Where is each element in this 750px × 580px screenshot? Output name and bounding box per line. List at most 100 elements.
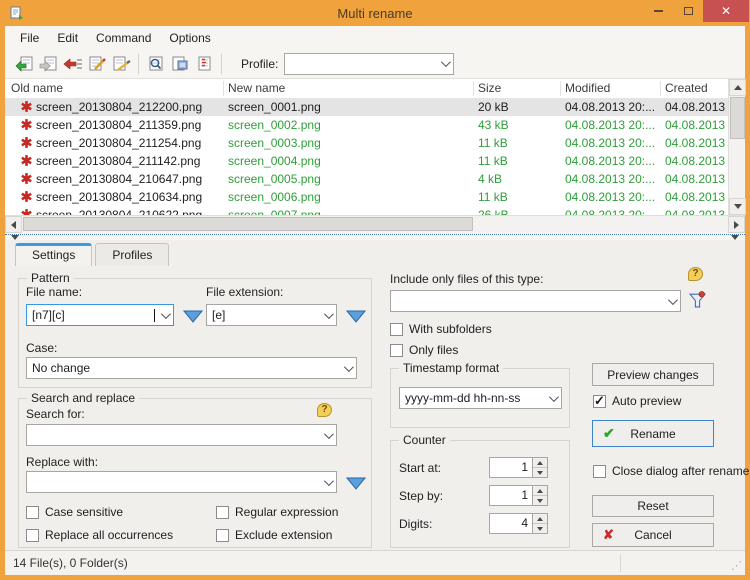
start-at-stepper[interactable]: 1 <box>489 457 548 478</box>
result-view-button[interactable] <box>168 53 192 75</box>
table-row[interactable]: screen_20130804_210647.png screen_0005.p… <box>5 170 728 188</box>
checkbox-box <box>390 322 403 336</box>
replace-all-occurrences-checkbox[interactable]: Replace all occurrences <box>26 528 173 542</box>
search-for-combobox[interactable] <box>26 424 337 446</box>
close-dialog-after-rename-checkbox[interactable]: Close dialog after rename <box>593 464 749 478</box>
size-cell: 43 kB <box>478 118 509 132</box>
profile-label: Profile: <box>241 56 279 71</box>
checkbox-box <box>216 505 229 519</box>
start-at-value[interactable]: 1 <box>489 457 533 478</box>
column-new-name[interactable]: New name <box>228 81 285 95</box>
vertical-scroll-thumb[interactable] <box>730 97 745 139</box>
remove-entry-icon <box>63 57 82 70</box>
column-old-name[interactable]: Old name <box>11 81 63 95</box>
table-row[interactable]: screen_20130804_212200.png screen_0001.p… <box>5 98 728 116</box>
replace-with-combobox[interactable] <box>26 471 337 493</box>
case-sensitive-checkbox[interactable]: Case sensitive <box>26 505 123 519</box>
file-name-combobox[interactable]: [n7][c] <box>26 304 174 326</box>
step-by-value[interactable]: 1 <box>489 485 533 506</box>
case-combobox[interactable]: No change <box>26 357 357 379</box>
replace-menu-button[interactable] <box>345 475 367 491</box>
scroll-up-button[interactable] <box>729 79 746 96</box>
scroll-right-button[interactable] <box>728 216 745 233</box>
timestamp-format-combobox[interactable]: yyyy-mm-dd hh-nn-ss <box>399 387 562 409</box>
timestamp-group-label: Timestamp format <box>399 361 504 375</box>
created-cell: 04.08.2013 2 <box>665 118 728 132</box>
column-modified[interactable]: Modified <box>565 81 610 95</box>
help-icon[interactable]: ? <box>688 267 703 281</box>
edit-file-icon <box>113 56 131 71</box>
include-type-combobox[interactable] <box>390 290 681 312</box>
table-row[interactable]: screen_20130804_210634.png screen_0006.p… <box>5 188 728 206</box>
edit-file-button[interactable] <box>109 53 133 75</box>
blue-triangle-icon <box>346 310 366 323</box>
preview-changes-button[interactable]: Preview changes <box>592 363 714 386</box>
only-files-checkbox[interactable]: Only files <box>390 343 458 357</box>
chevron-down-icon <box>441 57 452 68</box>
profile-combobox[interactable] <box>284 52 455 75</box>
created-cell: 04.08.2013 2 <box>665 172 728 186</box>
resize-grip[interactable]: ⋰ <box>731 559 742 572</box>
with-subfolders-checkbox[interactable]: With subfolders <box>390 322 492 336</box>
load-names-button[interactable] <box>13 53 37 75</box>
digits-stepper[interactable]: 4 <box>489 513 548 534</box>
table-row[interactable]: screen_20130804_211254.png screen_0003.p… <box>5 134 728 152</box>
pattern-group-label: Pattern <box>27 271 74 285</box>
regular-expression-checkbox[interactable]: Regular expression <box>216 505 338 519</box>
new-name-cell: screen_0003.png <box>228 136 321 150</box>
exclude-extension-checkbox[interactable]: Exclude extension <box>216 528 332 542</box>
spin-down-button[interactable] <box>533 495 547 505</box>
file-rows: screen_20130804_212200.png screen_0001.p… <box>5 98 728 215</box>
text-cursor <box>154 308 155 322</box>
chevron-down-icon <box>323 428 334 439</box>
file-name-pattern-menu-button[interactable] <box>182 308 204 324</box>
preview-list-button[interactable] <box>144 53 168 75</box>
spin-down-button[interactable] <box>533 523 547 533</box>
table-row[interactable]: screen_20130804_211359.png screen_0002.p… <box>5 116 728 134</box>
table-row[interactable]: screen_20130804_211142.png screen_0004.p… <box>5 152 728 170</box>
filter-button[interactable] <box>688 291 707 311</box>
rename-button[interactable]: ✔ Rename <box>592 420 714 447</box>
menu-command[interactable]: Command <box>87 28 160 48</box>
statusbar-separator <box>620 554 621 572</box>
spin-down-button[interactable] <box>533 467 547 477</box>
column-created[interactable]: Created <box>665 81 708 95</box>
tab-profiles[interactable]: Profiles <box>95 243 170 266</box>
size-cell: 4 kB <box>478 172 503 186</box>
digits-value[interactable]: 4 <box>489 513 533 534</box>
menu-edit[interactable]: Edit <box>48 28 87 48</box>
counter-groupbox: Counter Start at: 1 Step by: 1 Digits: 4 <box>390 433 570 548</box>
scroll-left-button[interactable] <box>5 216 22 233</box>
spin-up-button[interactable] <box>533 458 547 467</box>
spin-up-button[interactable] <box>533 486 547 495</box>
search-for-label: Search for: <box>26 407 85 421</box>
menu-file[interactable]: File <box>11 28 48 48</box>
spin-up-button[interactable] <box>533 514 547 523</box>
file-extension-combobox[interactable]: [e] <box>206 304 337 326</box>
vertical-scrollbar[interactable] <box>728 79 746 215</box>
close-button[interactable]: ✕ <box>703 0 749 22</box>
horizontal-scroll-thumb[interactable] <box>23 217 473 231</box>
blue-triangle-icon <box>183 310 203 323</box>
minimize-button[interactable] <box>643 0 673 22</box>
table-row[interactable]: screen_20130804_210622.png screen_0007.p… <box>5 206 728 215</box>
edit-names-button[interactable] <box>85 53 109 75</box>
remove-entry-button[interactable] <box>61 53 85 75</box>
step-by-stepper[interactable]: 1 <box>489 485 548 506</box>
save-names-button[interactable] <box>37 53 61 75</box>
log-button[interactable] <box>192 53 216 75</box>
tab-settings[interactable]: Settings <box>15 243 93 266</box>
file-type-icon <box>21 209 32 215</box>
maximize-button[interactable] <box>673 0 703 22</box>
menu-options[interactable]: Options <box>160 28 219 48</box>
horizontal-scrollbar[interactable] <box>5 215 745 233</box>
reset-button[interactable]: Reset <box>592 495 714 517</box>
cancel-button[interactable]: ✘ Cancel <box>592 523 714 547</box>
edit-names-icon <box>89 56 106 70</box>
new-name-cell: screen_0007.png <box>228 208 321 215</box>
extension-pattern-menu-button[interactable] <box>345 308 367 324</box>
column-size[interactable]: Size <box>478 81 501 95</box>
auto-preview-checkbox[interactable]: Auto preview <box>593 393 681 409</box>
help-icon[interactable]: ? <box>317 403 332 417</box>
scroll-down-button[interactable] <box>729 198 746 215</box>
